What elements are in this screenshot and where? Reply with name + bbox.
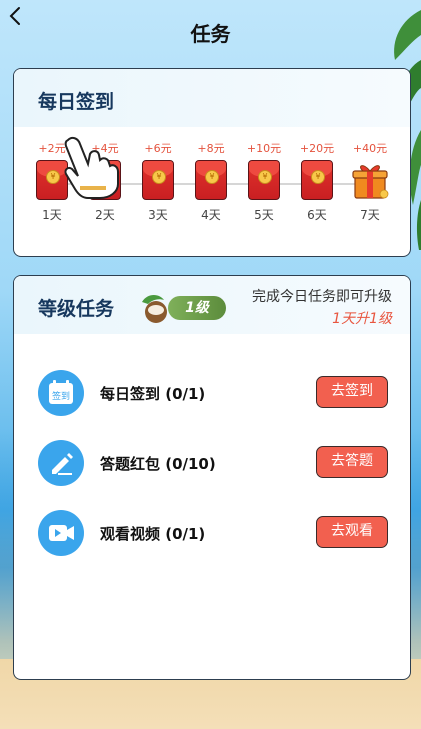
- day-reward: +40元: [352, 142, 388, 155]
- day-label: 3天: [148, 208, 168, 222]
- upgrade-hint: 完成今日任务即可升级: [252, 289, 392, 305]
- task-name: 答题红包 (0/10): [100, 455, 216, 473]
- task-name: 观看视频 (0/1): [100, 525, 206, 543]
- checkin-day-4[interactable]: +8元 ¥ 4天: [191, 141, 231, 223]
- day-label: 7天: [360, 208, 380, 222]
- red-envelope-icon: ¥: [301, 160, 333, 200]
- day-label: 4天: [201, 208, 221, 222]
- level-tasks-title: 等级任务: [38, 298, 115, 320]
- day-label: 5天: [254, 208, 274, 222]
- checkin-day-3[interactable]: +6元 ¥ 3天: [138, 141, 178, 223]
- level-tasks-card: 等级任务 1级 完成今日任务即可升级 1天升1级 签到 每日签到 (0/1) 去…: [13, 275, 411, 680]
- page-title: 任务: [190, 22, 231, 46]
- upgrade-days: 1天升1级: [332, 311, 392, 327]
- checkin-day-5[interactable]: +10元 ¥ 5天: [244, 141, 284, 223]
- header: 任务: [0, 0, 421, 62]
- video-camera-icon: [38, 510, 84, 556]
- task-row-quiz-redpacket: 答题红包 (0/10) 去答题: [38, 440, 388, 486]
- day-label: 6天: [307, 208, 327, 222]
- svg-text:签到: 签到: [52, 390, 70, 402]
- checkin-card-header: 每日签到: [14, 69, 410, 127]
- go-quiz-button[interactable]: 去答题: [316, 446, 388, 478]
- task-row-daily-checkin: 签到 每日签到 (0/1) 去签到: [38, 370, 388, 416]
- pointing-hand-icon: [64, 136, 119, 199]
- go-checkin-button[interactable]: 去签到: [316, 376, 388, 408]
- day-label: 1天: [42, 208, 62, 222]
- level-badge: 1级: [138, 292, 228, 323]
- checkin-day-7[interactable]: +40元 7天: [350, 141, 390, 223]
- day-reward: +20元: [299, 142, 335, 155]
- level-tasks-header: 等级任务 1级 完成今日任务即可升级 1天升1级: [14, 276, 410, 334]
- day-reward: +6元: [144, 142, 172, 155]
- red-envelope-icon: ¥: [195, 160, 227, 200]
- level-pill: 1级: [168, 296, 226, 320]
- task-name: 每日签到 (0/1): [100, 385, 206, 403]
- red-envelope-icon: ¥: [142, 160, 174, 200]
- day-reward: +10元: [246, 142, 282, 155]
- day-reward: +8元: [197, 142, 225, 155]
- checkin-title: 每日签到: [38, 91, 115, 113]
- pencil-icon: [38, 440, 84, 486]
- gift-box-icon: [351, 160, 389, 200]
- go-watch-button[interactable]: 去观看: [316, 516, 388, 548]
- task-row-watch-video: 观看视频 (0/1) 去观看: [38, 510, 388, 556]
- day-label: 2天: [95, 208, 115, 222]
- checkin-day-6[interactable]: +20元 ¥ 6天: [297, 141, 337, 223]
- red-envelope-icon: ¥: [248, 160, 280, 200]
- calendar-checkin-icon: 签到: [38, 370, 84, 416]
